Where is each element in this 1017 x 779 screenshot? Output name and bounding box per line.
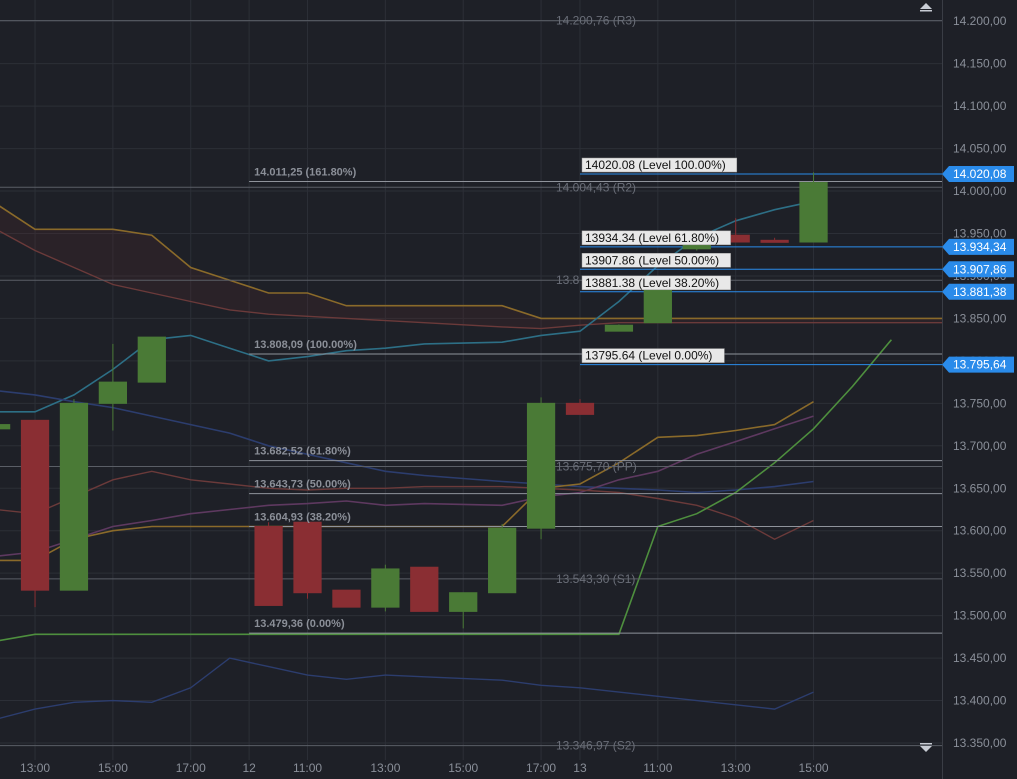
fib-label-3: 13881.38 (Level 38.20%) — [585, 276, 719, 290]
fib-label-0: 14020.08 (Level 100.00%) — [585, 158, 726, 172]
candle-body-12[interactable] — [488, 527, 517, 594]
candle-body-2[interactable] — [20, 419, 50, 591]
prev-fib-label-4: 13.604,93 (38.20%) — [254, 512, 351, 524]
prev-fib-label-1: 13.808,09 (100.00%) — [254, 339, 357, 351]
price-tick-1: 14.150,00 — [953, 57, 1007, 71]
time-tick-2: 17:00 — [176, 761, 206, 775]
candle-body-10[interactable] — [410, 566, 439, 612]
price-tick-3: 14.050,00 — [953, 142, 1007, 156]
prev-fib-label-5: 13.479,36 (0.00%) — [254, 618, 345, 630]
pivot-label-4: 13.543,30 (S1) — [556, 572, 635, 586]
pivot-label-2: 13.8 — [556, 273, 580, 287]
price-tag-label-2: 13.907,86 — [953, 262, 1007, 276]
candle-body-7[interactable] — [293, 521, 322, 594]
candle-body-1[interactable] — [0, 424, 11, 430]
time-tick-4: 11:00 — [293, 761, 322, 775]
price-tick-0: 14.200,00 — [953, 14, 1007, 28]
candle-body-13[interactable] — [526, 402, 556, 529]
price-tag-label-1: 13.934,34 — [953, 240, 1007, 254]
chart-background — [0, 0, 1017, 779]
price-tick-12: 13.600,00 — [953, 524, 1007, 538]
pivot-label-1: 14.004,43 (R2) — [556, 180, 636, 194]
fib-label-2: 13907.86 (Level 50.00%) — [585, 253, 719, 267]
candle-body-9[interactable] — [371, 568, 400, 608]
price-tick-11: 13.650,00 — [953, 481, 1007, 495]
prev-fib-label-2: 13.682,52 (61.80%) — [254, 446, 351, 458]
price-tick-9: 13.750,00 — [953, 396, 1007, 410]
candle-body-19[interactable] — [760, 239, 789, 243]
price-tick-16: 13.400,00 — [953, 694, 1007, 708]
price-tick-10: 13.700,00 — [953, 439, 1007, 453]
price-tag-label-0: 14.020,08 — [953, 167, 1007, 181]
candle-body-20[interactable] — [799, 182, 828, 243]
price-tick-4: 14.000,00 — [953, 184, 1007, 198]
price-chart[interactable]: 14.011,25 (161.80%) 13.808,09 (100.00%) 13… — [0, 0, 1017, 779]
candle-body-5[interactable] — [137, 336, 166, 383]
candle-body-11[interactable] — [449, 592, 478, 612]
price-tag-label-3: 13.881,38 — [953, 285, 1007, 299]
candle-body-8[interactable] — [332, 589, 361, 608]
fib-label-1: 13934.34 (Level 61.80%) — [585, 231, 719, 245]
time-tick-5: 13:00 — [370, 761, 400, 775]
candle-body-6[interactable] — [254, 525, 283, 606]
time-tick-3: 12 — [242, 761, 256, 775]
prev-fib-label-3: 13.643,73 (50.00%) — [254, 479, 351, 491]
time-tick-10: 13:00 — [721, 761, 751, 775]
time-tick-11: 15:00 — [799, 761, 829, 775]
price-tick-2: 14.100,00 — [953, 99, 1007, 113]
candle-body-15[interactable] — [604, 324, 634, 332]
candle-body-4[interactable] — [98, 381, 128, 404]
price-tick-14: 13.500,00 — [953, 609, 1007, 623]
price-tick-13: 13.550,00 — [953, 566, 1007, 580]
candle-body-3[interactable] — [59, 402, 89, 591]
price-tick-7: 13.850,00 — [953, 311, 1007, 325]
candle-body-14[interactable] — [565, 402, 595, 415]
prev-fib-label-0: 14.011,25 (161.80%) — [254, 167, 356, 179]
pivot-label-3: 13.675,70 (PP) — [556, 459, 637, 473]
time-tick-8: 13 — [573, 761, 587, 775]
fib-label-4: 13795.64 (Level 0.00%) — [585, 349, 712, 363]
time-tick-6: 15:00 — [448, 761, 478, 775]
price-tag-label-4: 13.795,64 — [953, 358, 1007, 372]
pivot-label-5: 13.346,97 (S2) — [556, 739, 635, 753]
time-tick-7: 17:00 — [526, 761, 556, 775]
pivot-label-0: 14.200,76 (R3) — [556, 14, 636, 28]
time-tick-0: 13:00 — [20, 761, 50, 775]
time-tick-1: 15:00 — [98, 761, 128, 775]
price-tick-17: 13.350,00 — [953, 736, 1007, 750]
price-axis: 14.200,00 14.150,00 14.100,00 14.050,00 14.0… — [942, 0, 1017, 779]
price-tick-15: 13.450,00 — [953, 651, 1007, 665]
time-tick-9: 11:00 — [643, 761, 672, 775]
price-tick-5: 13.950,00 — [953, 227, 1007, 241]
